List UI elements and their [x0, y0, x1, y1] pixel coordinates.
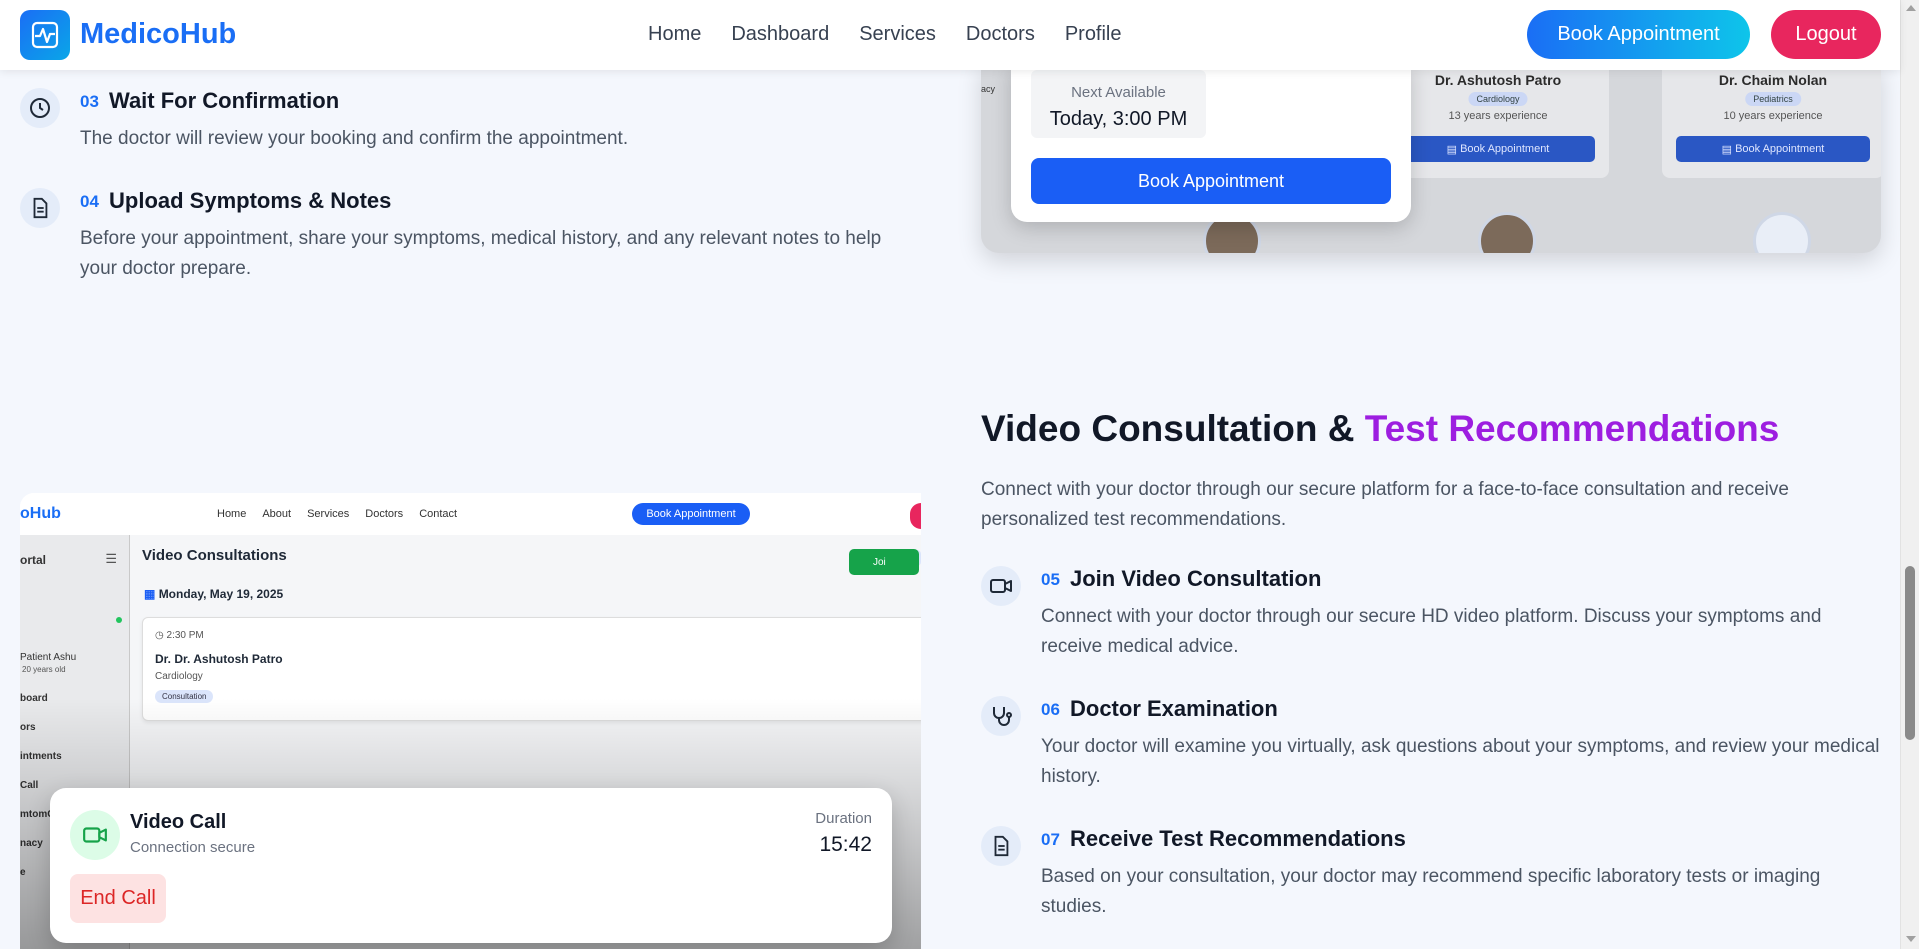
doctor-avatar: [1478, 212, 1536, 253]
nav-services[interactable]: Services: [859, 23, 936, 46]
preview-appointment-card: ◷ 2:30 PM Dr. Dr. Ashutosh Patro Cardiol…: [142, 617, 921, 721]
preview-sidebar-item: Call: [20, 780, 39, 791]
section-title-accent: Test Recommendations: [1364, 408, 1780, 449]
doctor-card: Dr. Chaim Nolan Pediatrics 10 years expe…: [1662, 62, 1881, 178]
doctor-name: Dr. Chaim Nolan: [1718, 72, 1828, 88]
call-subtitle: Connection secure: [130, 839, 256, 856]
calendar-icon: ▦: [144, 587, 156, 601]
preview-sidebar-item: intments: [20, 751, 62, 762]
overlay-book-button[interactable]: Book Appointment: [1031, 158, 1391, 204]
preview-book-button: Book Appointment: [632, 503, 750, 525]
online-dot: [116, 617, 122, 623]
next-available-label: Next Available: [1071, 84, 1166, 101]
step-description: Connect with your doctor through our sec…: [1041, 606, 1822, 657]
step-description: Before your appointment, share your symp…: [80, 228, 882, 279]
main-nav: Home Dashboard Services Doctors Profile: [648, 23, 1122, 46]
step-number: 04: [80, 192, 99, 211]
stethoscope-icon: [981, 696, 1021, 736]
preview-tag: Consultation: [155, 690, 214, 703]
preview-join-button: Joi: [849, 549, 919, 575]
step-title: Doctor Examination: [1070, 696, 1278, 721]
preview-logout-fragment: [910, 503, 921, 529]
preview-navbar: oHub Home About Services Doctors Contact…: [20, 493, 921, 535]
step-title: Join Video Consultation: [1070, 566, 1322, 591]
preview-sidebar-item: ors: [20, 722, 36, 733]
preview-patient-name: Patient Ashu: [20, 652, 77, 663]
step-07: 07 Receive Test Recommendations Based on…: [981, 826, 1881, 926]
nav-profile[interactable]: Profile: [1065, 23, 1122, 46]
doctor-book-button: ▤ Book Appointment: [1676, 136, 1870, 162]
top-navbar: MedicoHub Home Dashboard Services Doctor…: [0, 0, 1900, 70]
logout-button[interactable]: Logout: [1771, 10, 1881, 59]
next-available-box: Next Available Today, 3:00 PM: [1031, 70, 1206, 138]
next-available-value: Today, 3:00 PM: [1049, 108, 1188, 130]
preview-nav-item: Services: [307, 508, 350, 520]
video-icon: [981, 566, 1021, 606]
step-title: Upload Symptoms & Notes: [109, 188, 392, 213]
experience-text: 10 years experience: [1723, 110, 1823, 122]
scroll-down-arrow[interactable]: [1906, 936, 1916, 942]
preview-sidebar-item: e: [20, 867, 26, 878]
scroll-thumb[interactable]: [1905, 566, 1915, 740]
scroll-up-arrow[interactable]: [1906, 5, 1916, 11]
preview-appointment-time: ◷ 2:30 PM: [155, 630, 204, 641]
nav-doctors[interactable]: Doctors: [966, 23, 1035, 46]
experience-text: 13 years experience: [1448, 110, 1548, 122]
brand-name[interactable]: MedicoHub: [80, 18, 236, 51]
preview-sidebar-item: board: [20, 693, 48, 704]
preview-nav-item: Contact: [419, 508, 458, 520]
step-05: 05 Join Video Consultation Connect with …: [981, 566, 1881, 666]
section-title: Video Consultation & Test Recommendation…: [981, 408, 1779, 450]
preview-nav: Home About Services Doctors Contact: [217, 508, 457, 520]
step-04: 04 Upload Symptoms & Notes Before your a…: [20, 188, 920, 288]
step-number: 06: [1041, 700, 1060, 719]
nav-home[interactable]: Home: [648, 23, 701, 46]
specialty-tag: Cardiology: [1468, 92, 1528, 106]
video-camera-icon: [70, 810, 120, 860]
menu-icon: ☰: [105, 551, 117, 566]
nav-dashboard[interactable]: Dashboard: [731, 23, 829, 46]
step-description: Based on your consultation, your doctor …: [1041, 866, 1821, 917]
call-title: Video Call: [130, 811, 227, 833]
preview-doctor-name: Dr. Dr. Ashutosh Patro: [155, 652, 283, 666]
page-scrollbar[interactable]: [1900, 0, 1919, 949]
preview-date: ▦ Monday, May 19, 2025: [144, 587, 284, 601]
duration-value: 15:42: [819, 833, 872, 856]
preview-sidebar-title: ortal: [20, 553, 47, 567]
doctor-card: Dr. Ashutosh Patro Cardiology 13 years e…: [1387, 62, 1609, 178]
booking-overlay-card: Next Available Today, 3:00 PM Book Appoi…: [1011, 62, 1411, 222]
doctor-avatar-placeholder: [1753, 212, 1811, 253]
step-number: 07: [1041, 830, 1060, 849]
specialty-tag: Pediatrics: [1745, 92, 1801, 106]
clock-icon: [20, 88, 60, 128]
doctor-book-button: ▤ Book Appointment: [1401, 136, 1595, 162]
preview-logo: oHub: [20, 505, 61, 522]
document-icon: [20, 188, 60, 228]
step-description: The doctor will review your booking and …: [80, 128, 629, 149]
step-title: Receive Test Recommendations: [1070, 826, 1406, 851]
preview-heading: Video Consultations: [142, 547, 287, 564]
preview-patient-age: 20 years old: [22, 665, 66, 674]
section-description: Connect with your doctor through our sec…: [981, 479, 1789, 530]
preview-sidebar-item: nacy: [20, 838, 43, 849]
doctor-name: Dr. Ashutosh Patro: [1434, 72, 1562, 88]
section-title-main: Video Consultation &: [981, 408, 1355, 449]
step-06: 06 Doctor Examination Your doctor will e…: [981, 696, 1881, 796]
preview-nav-item: About: [262, 508, 292, 520]
video-call-card: Video Call Connection secure Duration 15…: [50, 788, 892, 943]
end-call-button[interactable]: End Call: [70, 874, 166, 923]
preview-sidebar-fragment: acy: [981, 84, 996, 94]
step-number: 05: [1041, 570, 1060, 589]
logo-icon[interactable]: [20, 10, 70, 60]
step-03: 03 Wait For Confirmation The doctor will…: [20, 88, 920, 158]
preview-nav-item: Home: [217, 508, 247, 520]
step-title: Wait For Confirmation: [109, 88, 340, 113]
duration-label: Duration: [815, 810, 872, 827]
book-appointment-button[interactable]: Book Appointment: [1527, 10, 1750, 59]
step-number: 03: [80, 92, 99, 111]
document-icon: [981, 826, 1021, 866]
preview-nav-item: Doctors: [365, 508, 404, 520]
preview-specialty: Cardiology: [155, 671, 203, 682]
step-description: Your doctor will examine you virtually, …: [1041, 736, 1880, 787]
